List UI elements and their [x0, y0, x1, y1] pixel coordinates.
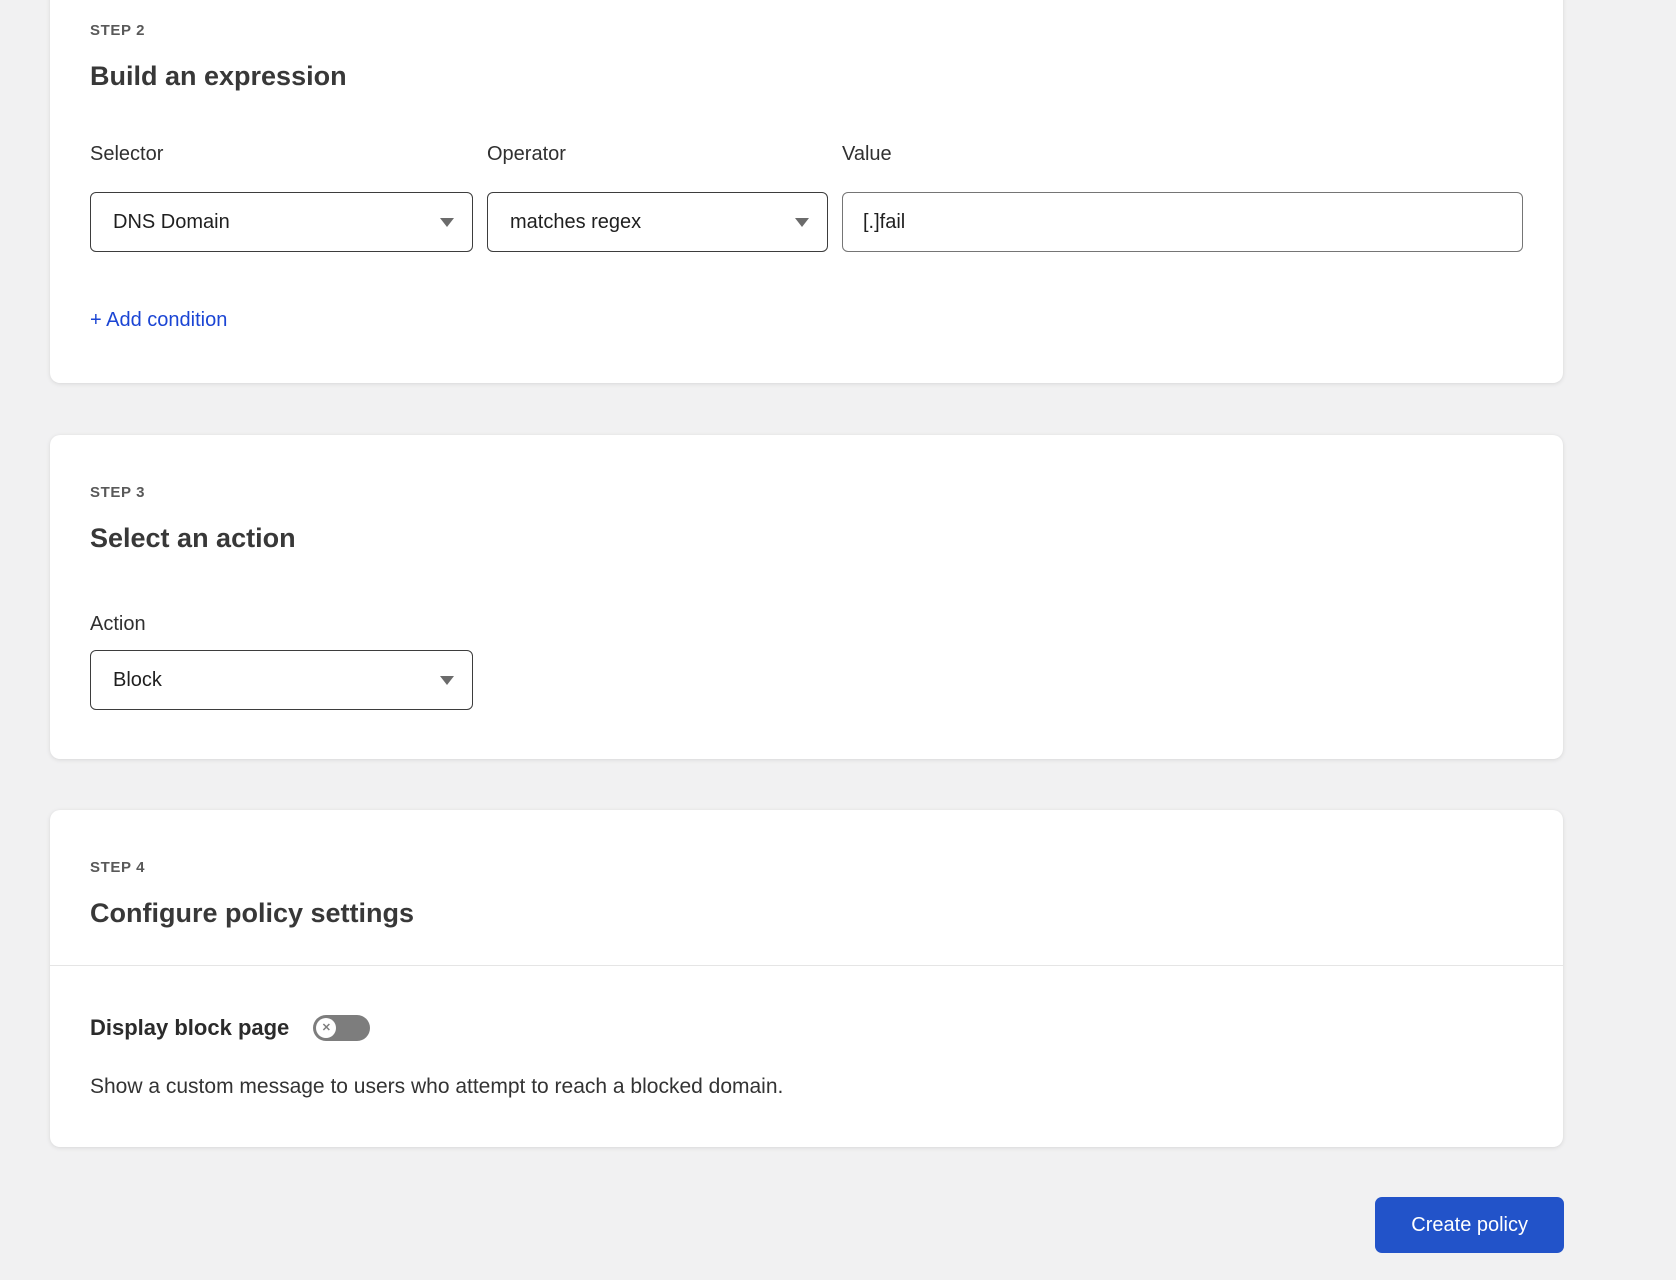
toggle-off-x-icon: ✕	[316, 1018, 337, 1038]
chevron-down-icon	[440, 218, 454, 227]
value-label: Value	[842, 143, 892, 165]
operator-dropdown-value: matches regex	[510, 210, 642, 233]
policy-settings-body: Display block page ✕ Show a custom messa…	[50, 966, 1563, 1100]
selector-label: Selector	[90, 143, 164, 165]
select-action-title: Select an action	[90, 523, 296, 553]
action-dropdown-value: Block	[113, 668, 162, 691]
policy-settings-card: STEP 4 Configure policy settings Display…	[50, 810, 1563, 1147]
build-expression-card: STEP 2 Build an expression Selector DNS …	[50, 0, 1563, 383]
add-condition-link[interactable]: + Add condition	[90, 308, 227, 332]
value-field: Value	[842, 142, 1523, 252]
selector-field: Selector DNS Domain	[90, 142, 473, 252]
policy-settings-header: STEP 4 Configure policy settings	[50, 810, 1563, 966]
create-policy-button[interactable]: Create policy	[1375, 1197, 1564, 1253]
select-action-card: STEP 3 Select an action Action Block	[50, 435, 1563, 759]
step4-label: STEP 4	[90, 859, 146, 876]
action-label: Action	[90, 613, 146, 635]
value-input-wrap	[842, 192, 1523, 252]
operator-dropdown[interactable]: matches regex	[487, 192, 828, 252]
operator-label: Operator	[487, 143, 566, 165]
expression-condition-row: Selector DNS Domain Operator matches reg…	[90, 142, 1523, 252]
display-block-page-label: Display block page	[90, 1015, 290, 1040]
policy-settings-title: Configure policy settings	[90, 898, 415, 928]
value-input[interactable]	[842, 192, 1523, 252]
build-expression-title: Build an expression	[90, 61, 347, 91]
action-dropdown[interactable]: Block	[90, 650, 473, 710]
display-block-page-row: Display block page ✕	[90, 1014, 1523, 1042]
operator-field: Operator matches regex	[487, 142, 828, 252]
chevron-down-icon	[440, 676, 454, 685]
step3-label: STEP 3	[90, 484, 146, 501]
display-block-page-toggle[interactable]: ✕	[313, 1015, 371, 1041]
selector-dropdown-value: DNS Domain	[113, 210, 230, 233]
chevron-down-icon	[795, 218, 809, 227]
selector-dropdown[interactable]: DNS Domain	[90, 192, 473, 252]
display-block-page-description: Show a custom message to users who attem…	[90, 1075, 784, 1098]
step2-label: STEP 2	[90, 22, 146, 39]
